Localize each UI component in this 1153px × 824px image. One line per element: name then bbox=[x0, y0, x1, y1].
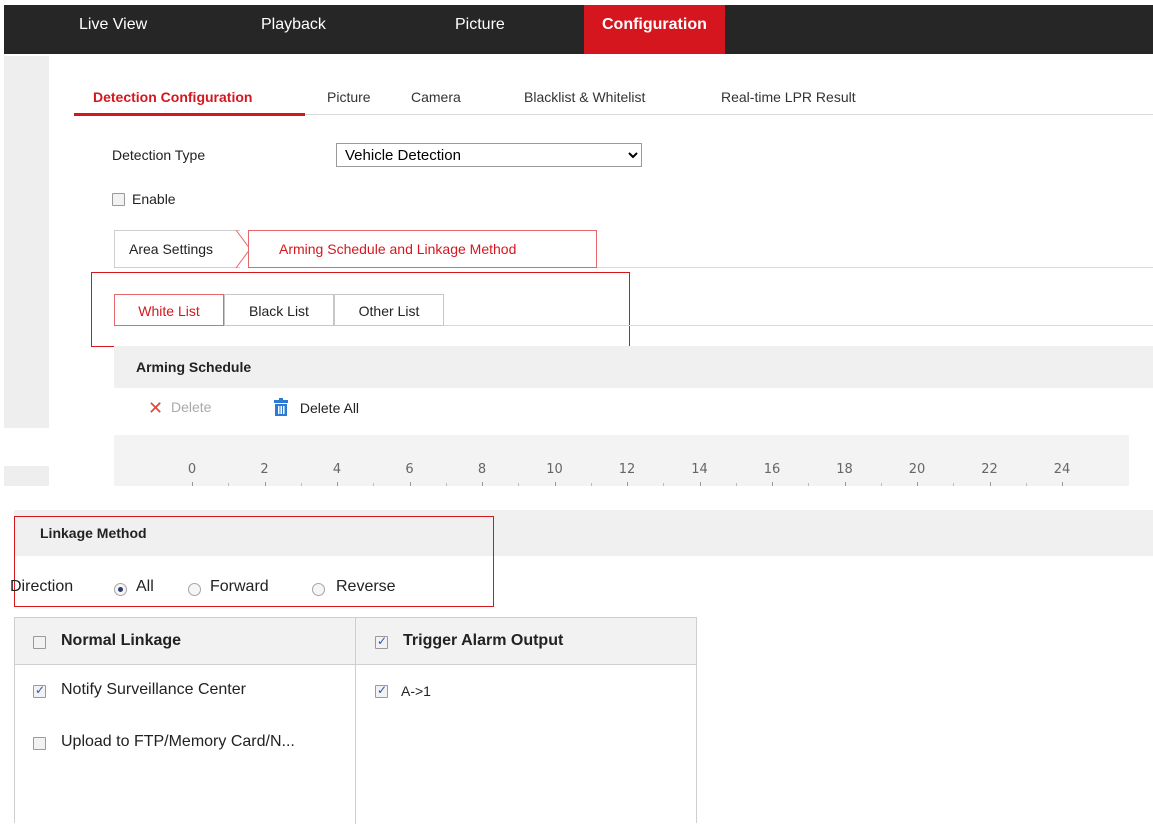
tab-camera[interactable]: Camera bbox=[411, 89, 461, 105]
timeline-tick-mark bbox=[409, 482, 411, 486]
trigger-alarm-output-header: Trigger Alarm Output bbox=[403, 632, 564, 649]
timeline-tick-mark bbox=[337, 482, 338, 486]
linkage-table-divider bbox=[355, 618, 356, 824]
nav-live-view[interactable]: Live View bbox=[79, 5, 147, 54]
nav-picture[interactable]: Picture bbox=[455, 5, 505, 54]
trigger-alarm-output-checkbox[interactable] bbox=[375, 634, 388, 649]
direction-label: Direction bbox=[10, 578, 74, 595]
timeline-minor-tick bbox=[735, 483, 737, 486]
timeline-tick-label: 14 bbox=[691, 462, 708, 477]
main-nav-bar: Live View Playback Picture Configuration bbox=[4, 5, 1153, 54]
list-tabs-divider bbox=[444, 325, 1153, 326]
tab-detection-configuration[interactable]: Detection Configuration bbox=[93, 89, 252, 105]
timeline-tick-mark bbox=[699, 482, 701, 486]
timeline-tick-mark bbox=[1062, 482, 1063, 486]
arming-schedule-header: Arming Schedule bbox=[114, 346, 1153, 388]
side-menu-strip bbox=[4, 56, 49, 428]
arming-schedule-title: Arming Schedule bbox=[136, 359, 252, 375]
timeline-minor-tick bbox=[590, 483, 592, 486]
step-area-settings[interactable]: Area Settings bbox=[114, 230, 240, 268]
tab-realtime-lpr-result[interactable]: Real-time LPR Result bbox=[721, 89, 856, 105]
side-menu-strip-lower bbox=[4, 466, 49, 486]
timeline-tick-label: 24 bbox=[1053, 462, 1071, 477]
timeline-minor-tick bbox=[1025, 483, 1027, 486]
alarm-output-a1-checkbox[interactable] bbox=[375, 683, 388, 698]
timeline-tick-mark bbox=[264, 482, 266, 486]
schedule-timeline[interactable]: 0 2 4 6 8 10 12 14 16 18 20 22 24 bbox=[114, 435, 1129, 486]
trash-icon bbox=[274, 398, 288, 416]
timeline-tick-label: 6 bbox=[405, 462, 414, 477]
enable-label: Enable bbox=[132, 191, 176, 207]
step-arming-schedule-linkage[interactable]: Arming Schedule and Linkage Method bbox=[248, 230, 597, 268]
nav-playback[interactable]: Playback bbox=[261, 5, 326, 54]
timeline-tick-label: 4 bbox=[332, 462, 342, 477]
timeline-tick-mark bbox=[844, 482, 846, 486]
tab-picture[interactable]: Picture bbox=[327, 89, 371, 105]
timeline-minor-tick bbox=[663, 483, 665, 486]
notify-surveillance-center-label: Notify Surveillance Center bbox=[61, 681, 246, 698]
direction-all-label: All bbox=[136, 578, 154, 595]
timeline-tick-label: 8 bbox=[477, 462, 487, 477]
timeline-tick-mark bbox=[482, 482, 483, 486]
delete-x-icon: ✕ bbox=[148, 398, 164, 418]
tab-other-list[interactable]: Other List bbox=[334, 294, 444, 326]
timeline-tick-mark bbox=[917, 482, 918, 486]
top-navigation: Live View Playback Picture Configuration bbox=[0, 0, 1153, 56]
timeline-minor-tick bbox=[228, 483, 230, 486]
alarm-output-a1-label: A->1 bbox=[401, 683, 431, 699]
linkage-table: Normal Linkage Trigger Alarm Output Noti… bbox=[14, 617, 697, 824]
nav-configuration[interactable]: Configuration bbox=[584, 5, 725, 54]
timeline-minor-tick bbox=[373, 483, 375, 486]
detection-type-select[interactable]: Vehicle Detection bbox=[336, 143, 642, 167]
timeline-tick-mark bbox=[772, 482, 773, 486]
timeline-minor-tick bbox=[808, 483, 810, 486]
normal-linkage-checkbox[interactable] bbox=[33, 636, 46, 649]
tab-blacklist-whitelist[interactable]: Blacklist & Whitelist bbox=[524, 89, 645, 105]
timeline-minor-tick bbox=[445, 483, 447, 486]
upload-ftp-checkbox[interactable] bbox=[33, 737, 46, 750]
step-divider bbox=[597, 267, 1153, 268]
timeline-minor-tick bbox=[300, 483, 302, 486]
timeline-minor-tick bbox=[880, 483, 882, 486]
delete-label: Delete bbox=[170, 399, 212, 415]
active-tab-underline bbox=[74, 113, 305, 116]
timeline-tick-label: 20 bbox=[908, 462, 926, 477]
timeline-tick-mark bbox=[989, 482, 991, 486]
direction-forward-label: Forward bbox=[210, 578, 269, 595]
timeline-tick-label: 22 bbox=[981, 462, 998, 477]
timeline-tick-label: 0 bbox=[187, 462, 197, 477]
upload-ftp-label: Upload to FTP/Memory Card/N... bbox=[61, 733, 295, 750]
timeline-minor-tick bbox=[953, 483, 955, 486]
tab-black-list[interactable]: Black List bbox=[224, 294, 334, 326]
timeline-tick-label: 12 bbox=[618, 462, 636, 477]
enable-checkbox[interactable] bbox=[112, 193, 125, 206]
direction-all-radio[interactable] bbox=[114, 583, 127, 596]
direction-reverse-label: Reverse bbox=[336, 578, 396, 595]
timeline-tick-mark bbox=[192, 482, 193, 486]
notify-surveillance-center-checkbox[interactable] bbox=[33, 683, 46, 698]
timeline-tick-mark bbox=[627, 482, 628, 486]
timeline-tick-label: 2 bbox=[260, 462, 269, 477]
timeline-tick-label: 10 bbox=[546, 462, 563, 477]
direction-reverse-radio[interactable] bbox=[312, 583, 325, 596]
normal-linkage-header: Normal Linkage bbox=[61, 632, 182, 649]
tab-white-list[interactable]: White List bbox=[114, 294, 224, 326]
timeline-tick-label: 18 bbox=[836, 462, 853, 477]
delete-all-button[interactable]: Delete All bbox=[272, 398, 359, 416]
direction-forward-radio[interactable] bbox=[188, 583, 201, 596]
timeline-tick-label: 16 bbox=[763, 462, 781, 477]
detection-type-label: Detection Type bbox=[112, 147, 206, 163]
timeline-tick-mark bbox=[554, 482, 556, 486]
delete-all-label: Delete All bbox=[299, 400, 360, 416]
timeline-minor-tick bbox=[518, 483, 520, 486]
delete-button[interactable]: ✕ Delete bbox=[148, 398, 211, 419]
